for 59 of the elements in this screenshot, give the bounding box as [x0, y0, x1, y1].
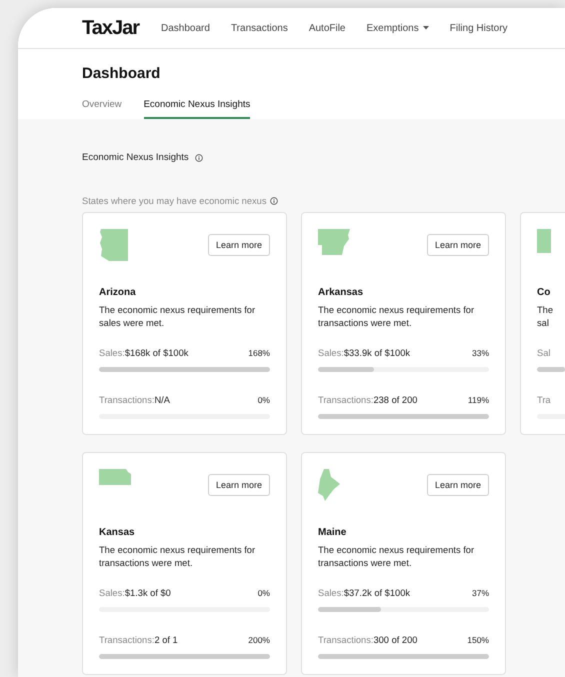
- metric-percent: 119%: [468, 395, 489, 405]
- state-name: Maine: [318, 527, 348, 538]
- nav-link[interactable]: Dashboard: [161, 22, 210, 34]
- tab[interactable]: Economic Nexus Insights: [144, 99, 250, 119]
- logo[interactable]: TaxJar: [82, 16, 140, 40]
- card-description: The economic nexus requirements for transactions were met.: [318, 304, 476, 330]
- metric-label: Transactions:: [99, 395, 154, 405]
- card-description: The economic nexus requirements for sales were met.: [99, 304, 256, 330]
- caret-icon: [422, 26, 429, 30]
- metric-label: Sales:: [99, 348, 125, 358]
- metric-percent: 37%: [472, 588, 489, 598]
- metric-label: Tra: [537, 395, 551, 405]
- metric-value: 238 of 200: [373, 395, 418, 405]
- nav-link[interactable]: Transactions: [230, 22, 288, 34]
- metric-label: Sales:: [318, 348, 344, 358]
- tab[interactable]: Overview: [82, 99, 122, 119]
- metric-value: $37.2k of $100k: [344, 588, 410, 598]
- metric-percent: 150%: [467, 635, 489, 645]
- metric-value: N/A: [154, 395, 170, 405]
- state-name: Co: [537, 287, 552, 298]
- info-icon[interactable]: [270, 197, 278, 205]
- learn-more-button[interactable]: Learn more: [208, 474, 270, 496]
- nav-link[interactable]: Filing History: [450, 22, 508, 34]
- card-description: The economic nexus requirements for transactions were met.: [318, 544, 476, 570]
- state-name: Kansas: [99, 527, 136, 538]
- metric-label: Transactions:: [318, 635, 374, 645]
- metric-label: Sales:: [318, 588, 344, 598]
- section-subtitle: States where you may have economic nexus: [82, 196, 266, 206]
- nav-link[interactable]: AutoFile: [308, 22, 346, 34]
- metric-label: Transactions:: [318, 395, 374, 405]
- metric-value: $33.9k of $100k: [344, 348, 410, 358]
- learn-more-button[interactable]: Learn more: [208, 234, 270, 256]
- state-map-icon: [99, 229, 131, 261]
- card-description: The economic nexus requirements for transactions were met.: [99, 544, 256, 570]
- learn-more-button[interactable]: Learn more: [426, 234, 489, 256]
- metric-value: $168k of $100k: [124, 348, 188, 358]
- state-map-icon: [318, 229, 350, 255]
- state-map-icon: [99, 469, 131, 485]
- state-map-icon: [537, 229, 551, 253]
- learn-more-button[interactable]: Learn more: [426, 474, 489, 496]
- page-title: Dashboard: [82, 65, 162, 82]
- section-heading: Economic Nexus Insights: [82, 152, 189, 163]
- metric-percent: 168%: [248, 348, 270, 358]
- metric-percent: 0%: [258, 588, 270, 598]
- metric-value: 2 of 1: [154, 635, 178, 645]
- state-map-icon: [318, 469, 340, 501]
- state-name: Arizona: [99, 287, 137, 298]
- metric-percent: 0%: [258, 395, 270, 405]
- metric-label: Sales:: [99, 588, 125, 598]
- metric-label: Transactions:: [99, 635, 154, 645]
- metric-label: Sal: [537, 348, 550, 358]
- nav-dropdown[interactable]: Exemptions: [366, 22, 429, 34]
- state-name: Arkansas: [318, 287, 364, 298]
- card-description: The sal: [537, 304, 554, 330]
- info-icon[interactable]: [194, 154, 203, 162]
- metric-value: $1.3k of $0: [124, 588, 171, 598]
- metric-value: 300 of 200: [373, 635, 418, 645]
- metric-percent: 33%: [472, 348, 489, 358]
- metric-percent: 200%: [248, 635, 270, 645]
